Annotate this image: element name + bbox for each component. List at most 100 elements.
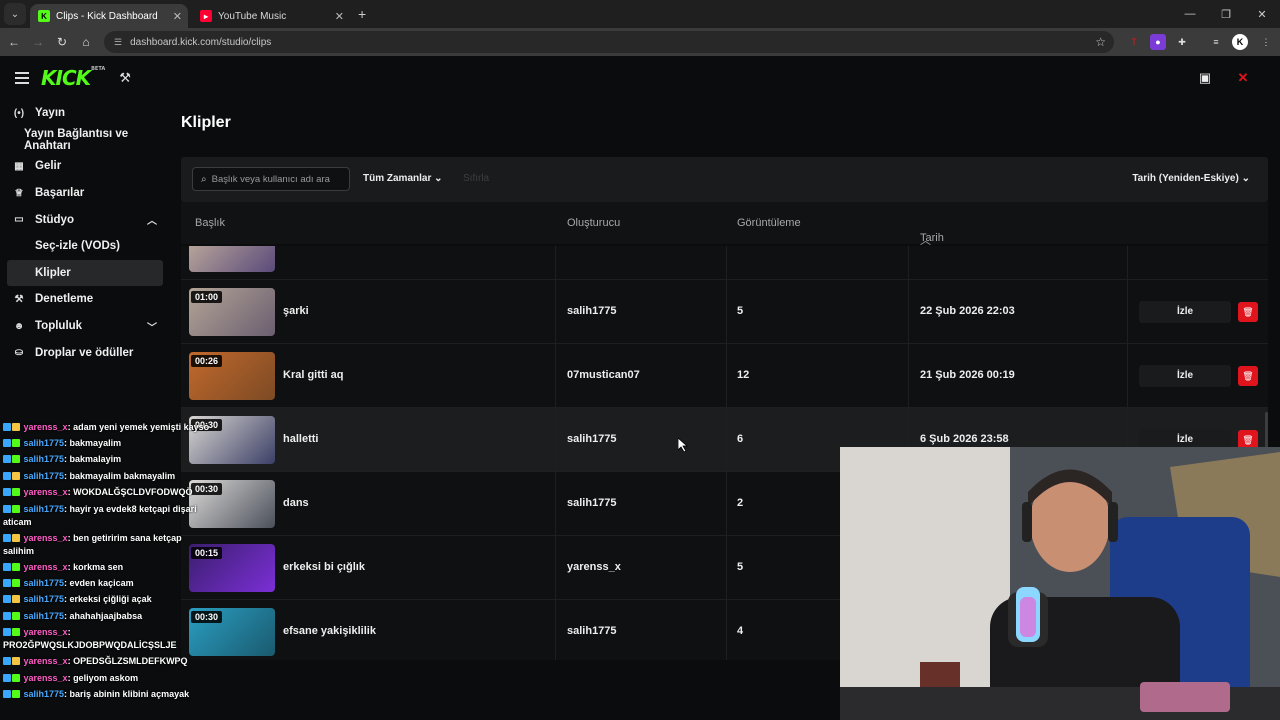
browser-tab-youtube-music[interactable]: ▸ YouTube Music ✕ <box>192 4 350 28</box>
subscriber-badge-icon <box>3 533 11 542</box>
sidebar-item-studyo[interactable]: ▭ Stüdyo ︿ <box>0 206 175 233</box>
clip-creator: salih1775 <box>567 305 617 317</box>
subscriber-badge-icon <box>3 439 11 447</box>
watch-button[interactable]: İzle <box>1139 365 1231 387</box>
clip-date: 21 Şub 2026 00:19 <box>920 369 1015 381</box>
badge-icon <box>12 488 20 497</box>
extension-icon[interactable]: T <box>1126 34 1142 50</box>
chat-username: salih1775 <box>23 610 65 621</box>
search-input[interactable]: ⌕ Başlık veya kullanıcı adı ara <box>192 167 350 191</box>
bookmark-star-icon[interactable]: ☆ <box>1095 35 1106 49</box>
badge-icon <box>12 562 20 571</box>
site-info-icon[interactable]: ☰ <box>114 37 122 48</box>
clip-thumbnail[interactable]: 00:26 <box>189 352 275 400</box>
subscriber-badge-icon <box>3 562 11 571</box>
close-tab-icon[interactable]: ✕ <box>335 10 344 23</box>
minimize-icon[interactable]: — <box>1172 0 1208 28</box>
back-icon[interactable]: ← <box>2 35 26 49</box>
badge-icon <box>12 657 20 666</box>
close-window-icon[interactable]: ✕ <box>1244 0 1280 28</box>
chat-text: bakmayalim bakmayalim <box>69 470 176 481</box>
menu-kebab-icon[interactable]: ⋮ <box>1258 34 1274 50</box>
column-title[interactable]: Başlık <box>195 217 225 229</box>
table-row[interactable]: 01:00 şarki salih1775 5 22 Şub 2026 22:03 İzl… <box>181 280 1268 344</box>
hamburger-menu-icon[interactable] <box>15 72 29 84</box>
clip-date: 22 Şub 2026 22:03 <box>920 305 1015 317</box>
chat-text: evden kaçicam <box>69 578 134 589</box>
badge-icon <box>12 471 20 480</box>
clip-creator: salih1775 <box>567 497 617 509</box>
browser-toolbar: ← → ↻ ⌂ ☰ dashboard.kick.com/studio/clip… <box>0 28 1280 56</box>
badge-icon <box>12 533 20 542</box>
sidebar-item-klipler[interactable]: Klipler <box>7 259 163 287</box>
maximize-icon[interactable]: ❐ <box>1208 0 1244 28</box>
reload-icon[interactable]: ↻ <box>50 35 74 49</box>
badge-icon <box>12 673 20 682</box>
tab-search-button[interactable]: ⌄ <box>4 3 26 25</box>
subscriber-badge-icon <box>3 504 11 513</box>
profile-avatar[interactable]: K <box>1232 34 1248 50</box>
forward-icon[interactable]: → <box>26 35 50 49</box>
window-controls: — ❐ ✕ <box>1172 0 1280 28</box>
clip-title: halletti <box>283 433 319 445</box>
chat-message: salih1775: hayir ya evdek8 ketçapi dişar… <box>3 503 197 527</box>
clip-thumbnail[interactable] <box>189 246 275 272</box>
chat-username: salih1775 <box>23 470 65 481</box>
address-bar[interactable]: ☰ dashboard.kick.com/studio/clips ☆ <box>104 31 1114 53</box>
watch-button[interactable]: İzle <box>1139 301 1231 323</box>
subscriber-badge-icon <box>3 595 11 604</box>
home-icon[interactable]: ⌂ <box>74 35 98 49</box>
clip-views: 6 <box>737 433 744 445</box>
chat-username: salih1775 <box>23 578 65 589</box>
puzzle-icon[interactable]: ✚ <box>1174 34 1190 50</box>
column-creator[interactable]: Oluşturucu <box>567 217 620 229</box>
sidebar-item-yayin[interactable]: (•) Yayın <box>0 100 175 127</box>
chat-message: salih1775: bakmayalim <box>0 435 220 451</box>
top-nav: KICKBETA ⚒ ▣ ✕ <box>0 56 1280 100</box>
table-row[interactable]: 00:26 Kral gitti aq 07mustican07 12 21 Şub 2… <box>181 344 1268 408</box>
sidebar-item-gelir[interactable]: ▦ Gelir <box>0 153 175 180</box>
clip-thumbnail[interactable]: 01:00 <box>189 288 275 336</box>
chat-text: PRO2ĞPWQSLKJDOBPWQDALİCŞSLJE <box>3 640 177 651</box>
column-views[interactable]: Görüntüleme <box>737 217 801 229</box>
chat-message: yarenss_x: PRO2ĞPWQSLKJDOBPWQDALİCŞSLJE <box>3 627 177 651</box>
clip-views: 5 <box>737 561 744 573</box>
badge-icon <box>12 579 20 588</box>
theater-mode-icon[interactable]: ▣ <box>1197 70 1213 86</box>
close-tab-icon[interactable]: ✕ <box>173 10 182 23</box>
sort-dropdown[interactable]: Tarih (Yeniden-Eskiye) ⌄ <box>1132 173 1250 184</box>
kick-favicon-icon: K <box>38 10 50 22</box>
chat-text: bakmayalim <box>69 438 122 448</box>
reset-button[interactable]: Sıfırla <box>463 173 489 184</box>
clip-duration: 00:26 <box>191 355 223 367</box>
sidebar-item-vods[interactable]: Seç-izle (VODs) <box>0 233 175 260</box>
sidebar-item-basarilar[interactable]: ♕ Başarılar <box>0 180 175 207</box>
subscriber-badge-icon <box>3 657 11 666</box>
user-avatar[interactable]: ✕ <box>1235 70 1251 86</box>
clip-creator: 07mustican07 <box>567 369 640 381</box>
chat-message: yarenss_x: adam yeni yemek yemişti kayso <box>0 419 215 435</box>
sidebar-item-denetleme[interactable]: ⚒ Denetleme <box>0 286 175 313</box>
reading-list-icon[interactable]: ≡ <box>1208 34 1224 50</box>
delete-icon[interactable]: 🗑 <box>1238 366 1258 386</box>
delete-icon[interactable]: 🗑 <box>1238 302 1258 322</box>
chat-text: geliyom askom <box>73 672 139 683</box>
subscriber-badge-icon <box>3 690 11 699</box>
chat-text: korkma sen <box>73 561 124 572</box>
hammer-icon[interactable]: ⚒ <box>119 70 131 86</box>
sidebar-item-topluluk[interactable]: ☻ Topluluk ﹀ <box>0 313 175 340</box>
chat-text: WOKDALĞŞCLDVFODWQÖ <box>73 487 193 498</box>
chat-username: yarenss_x <box>23 672 68 683</box>
time-filter-dropdown[interactable]: Tüm Zamanlar ⌄ <box>363 173 443 184</box>
new-tab-icon[interactable]: + <box>358 6 366 22</box>
sidebar-item-droplar[interactable]: ⛀ Droplar ve ödüller <box>0 339 175 366</box>
clip-views: 2 <box>737 497 744 509</box>
kick-logo[interactable]: KICKBETA <box>41 66 105 90</box>
badge-icon <box>12 595 20 604</box>
chevron-down-icon: ⌄ <box>1241 173 1250 184</box>
subscriber-badge-icon <box>3 611 11 620</box>
extension-icon[interactable]: ● <box>1150 34 1166 50</box>
sidebar-item-stream-key[interactable]: Yayın Bağlantısı ve Anahtarı <box>0 127 175 154</box>
browser-tab-kick[interactable]: K Clips - Kick Dashboard ✕ <box>30 4 188 28</box>
table-row[interactable] <box>181 246 1268 280</box>
